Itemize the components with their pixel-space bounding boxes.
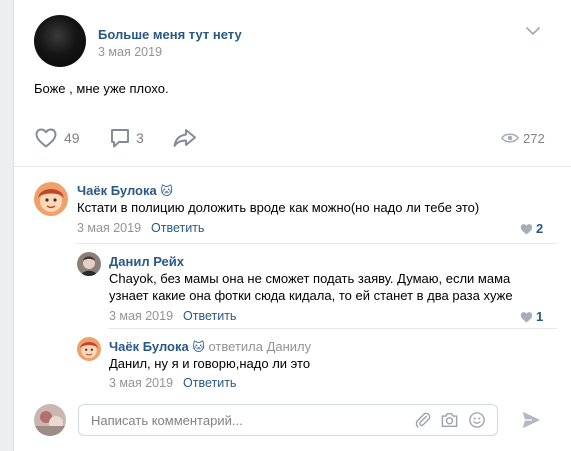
heart-icon [520, 312, 533, 323]
reply-button[interactable]: Ответить [151, 221, 204, 235]
comment-avatar[interactable] [77, 252, 101, 276]
comment-author[interactable]: Чаёк Булока 🐱 ответила Данилу [109, 339, 311, 354]
heart-icon [520, 224, 533, 235]
comment-divider [77, 243, 557, 244]
like-button[interactable]: 49 [34, 126, 114, 150]
post-author-avatar[interactable] [34, 15, 86, 67]
comment-text-line: Chayok, без мамы она не сможет подать за… [109, 271, 511, 286]
comment-author[interactable]: Данил Рейх [109, 254, 184, 269]
comment-text: Данил, ну я и говорю,надо ли это [109, 356, 311, 371]
send-icon[interactable] [520, 409, 542, 431]
post-author-name[interactable]: Больше меня тут нету [98, 27, 242, 42]
heart-icon [35, 128, 57, 148]
comment-input[interactable]: Написать комментарий... [78, 404, 498, 436]
my-avatar[interactable] [34, 404, 66, 436]
view-count: 272 [523, 131, 545, 146]
comment-divider [109, 328, 557, 329]
cat-emoji: 🐱 [192, 340, 205, 354]
paperclip-icon[interactable] [414, 411, 432, 429]
comment-date[interactable]: 3 мая 2019 [109, 376, 173, 390]
comment-text-line: узнает какие она фотки сюда кидала, то е… [109, 288, 513, 303]
comment-avatar[interactable] [77, 337, 101, 361]
post-date[interactable]: 3 мая 2019 [98, 45, 162, 59]
eye-icon [501, 133, 519, 143]
post-text: Боже , мне уже плохо. [34, 81, 169, 96]
reply-button[interactable]: Ответить [183, 376, 236, 390]
reply-target[interactable]: ответила Данилу [208, 339, 311, 354]
comment-button[interactable]: 3 [108, 126, 168, 150]
comment-like-count: 2 [536, 221, 544, 236]
like-count: 49 [64, 130, 80, 146]
reply-button[interactable]: Ответить [183, 309, 236, 323]
comment-date[interactable]: 3 мая 2019 [109, 309, 173, 323]
post-divider [14, 166, 571, 167]
post-card: Больше меня тут нету 3 мая 2019 Боже , м… [13, 0, 571, 451]
share-icon[interactable] [172, 126, 198, 150]
comment-text: Кстати в полицию доложить вроде как можн… [77, 200, 480, 215]
smile-icon[interactable] [468, 411, 486, 429]
comment-avatar[interactable] [34, 182, 68, 216]
comment-date[interactable]: 3 мая 2019 [77, 221, 141, 235]
comment-like-count: 1 [536, 309, 544, 324]
chevron-down-icon[interactable] [526, 26, 540, 36]
cat-emoji: 🐱 [160, 184, 173, 198]
comment-input-placeholder: Написать комментарий... [91, 413, 243, 428]
comment-author[interactable]: Чаёк Булока 🐱 [77, 183, 173, 198]
comment-icon [111, 129, 129, 148]
camera-icon[interactable] [440, 411, 459, 429]
comment-count: 3 [136, 130, 144, 146]
